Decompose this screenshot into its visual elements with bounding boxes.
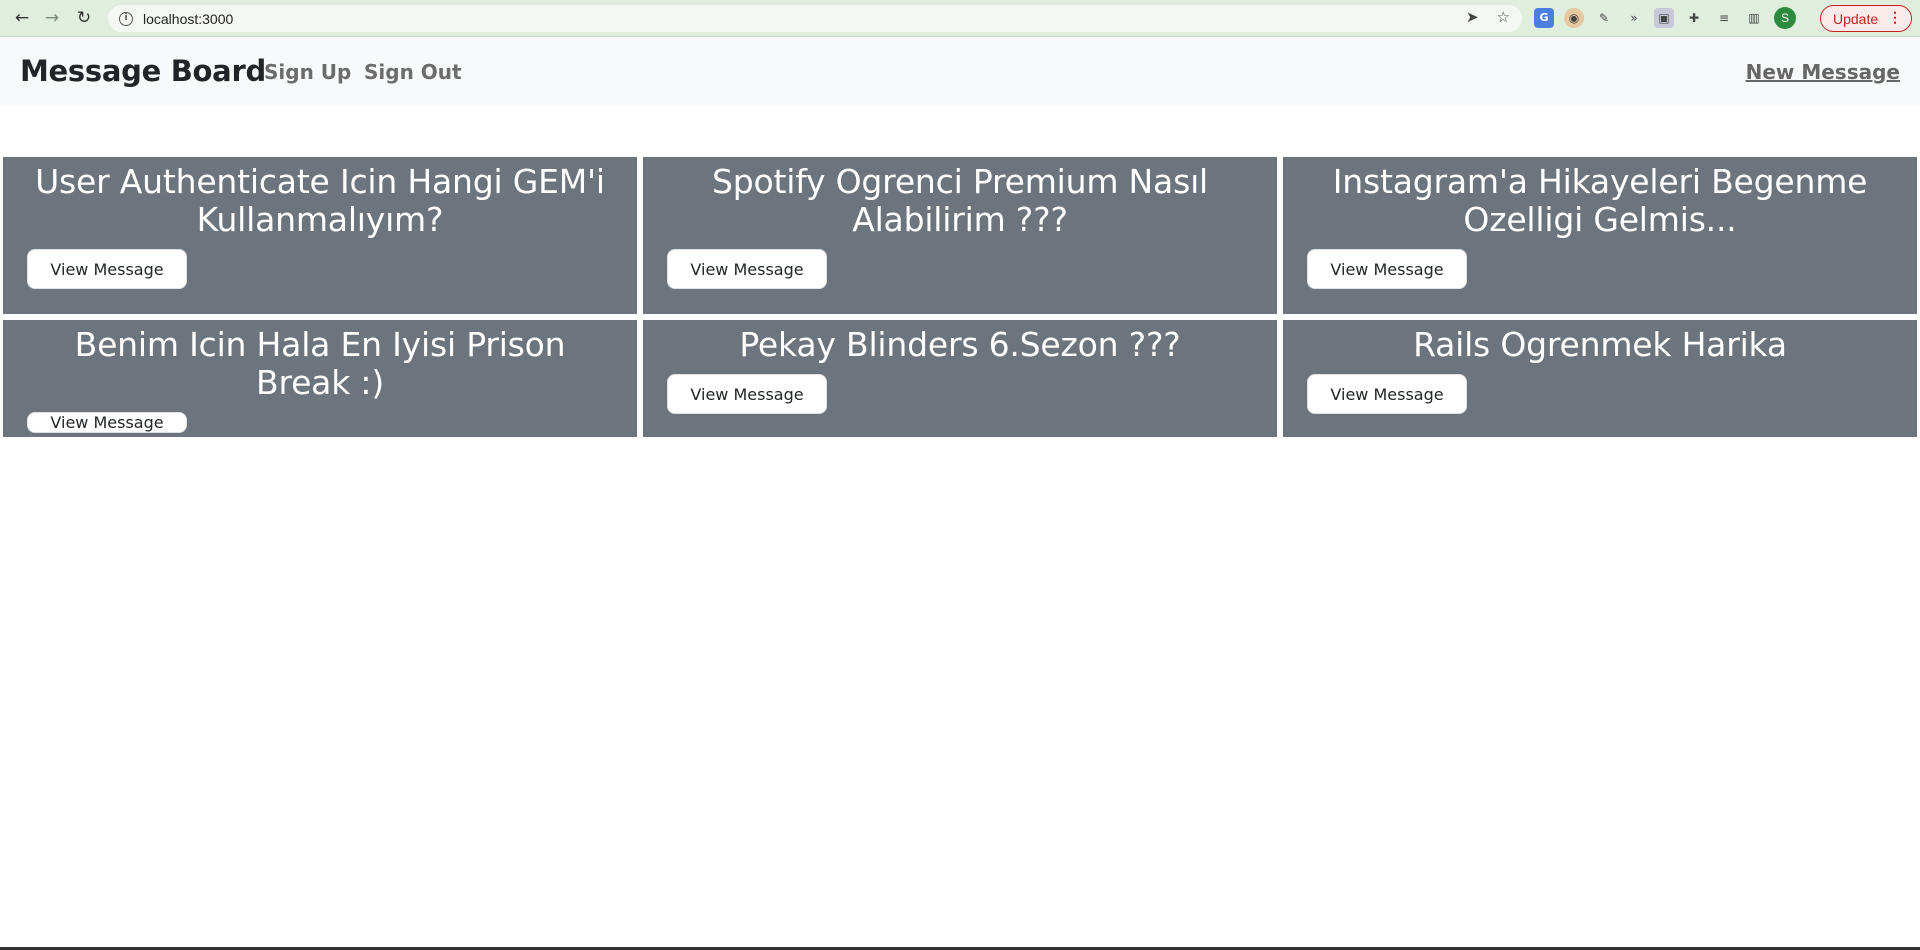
reading-list-icon[interactable]: ≡ (1714, 8, 1734, 28)
bookmark-star-icon[interactable]: ☆ (1497, 8, 1510, 26)
view-message-button[interactable]: View Message (27, 249, 187, 289)
brand-title[interactable]: Message Board (20, 54, 266, 88)
url-text[interactable]: localhost:3000 (143, 11, 233, 27)
sign-out-link[interactable]: Sign Out (364, 60, 462, 84)
message-card: Benim Icin Hala En Iyisi Prison Break :)… (3, 320, 637, 437)
send-icon[interactable]: ➤ (1466, 8, 1479, 26)
back-icon[interactable]: ← (10, 6, 34, 30)
translate-extension-icon[interactable]: G (1534, 8, 1554, 28)
cookie-extension-icon[interactable]: ◉ (1564, 8, 1584, 28)
side-panel-icon[interactable]: ▥ (1744, 8, 1764, 28)
view-message-button[interactable]: View Message (667, 374, 827, 414)
message-title: Spotify Ogrenci Premium Nasıl Alabilirim… (712, 162, 1208, 239)
app-navbar: Message Board Sign Up Sign Out New Messa… (0, 38, 1920, 106)
message-title: Benim Icin Hala En Iyisi Prison Break :) (74, 325, 566, 402)
profile-avatar[interactable]: S (1774, 7, 1796, 29)
view-message-button[interactable]: View Message (27, 412, 187, 433)
message-card: User Authenticate Icin Hangi GEM'i Kulla… (3, 157, 637, 314)
site-info-icon[interactable]: i (119, 11, 133, 26)
sign-up-link[interactable]: Sign Up (264, 60, 351, 84)
address-bar[interactable]: i localhost:3000 ➤ ☆ (108, 5, 1522, 32)
message-card: Spotify Ogrenci Premium Nasıl Alabilirim… (643, 157, 1277, 314)
view-message-button[interactable]: View Message (667, 249, 827, 289)
update-button[interactable]: Update ⋮ (1820, 5, 1912, 32)
menu-dots-icon: ⋮ (1888, 9, 1902, 25)
forward-icon[interactable]: → (40, 6, 64, 30)
extensions-puzzle-icon[interactable]: ✚ (1684, 8, 1704, 28)
message-card: Rails Ogrenmek Harika View Message (1283, 320, 1917, 437)
reload-icon[interactable]: ↻ (72, 6, 96, 30)
message-grid: User Authenticate Icin Hangi GEM'i Kulla… (3, 157, 1917, 437)
view-message-button[interactable]: View Message (1307, 374, 1467, 414)
profile-extension-icon[interactable]: ▣ (1654, 8, 1674, 28)
double-chevron-extension-icon[interactable]: » (1624, 8, 1644, 28)
message-card: Instagram'a Hikayeleri Begenme Ozelligi … (1283, 157, 1917, 314)
message-title: User Authenticate Icin Hangi GEM'i Kulla… (35, 162, 605, 239)
message-card: Pekay Blinders 6.Sezon ??? View Message (643, 320, 1277, 437)
message-title: Instagram'a Hikayeleri Begenme Ozelligi … (1332, 162, 1868, 239)
eyedropper-extension-icon[interactable]: ✎ (1594, 8, 1614, 28)
message-title: Rails Ogrenmek Harika (1413, 325, 1787, 364)
browser-toolbar: ← → ↻ i localhost:3000 ➤ ☆ G ◉ ✎ » ▣ ✚ ≡… (0, 0, 1920, 37)
view-message-button[interactable]: View Message (1307, 249, 1467, 289)
update-label: Update (1833, 10, 1879, 27)
new-message-link[interactable]: New Message (1746, 60, 1900, 84)
message-title: Pekay Blinders 6.Sezon ??? (739, 325, 1181, 364)
